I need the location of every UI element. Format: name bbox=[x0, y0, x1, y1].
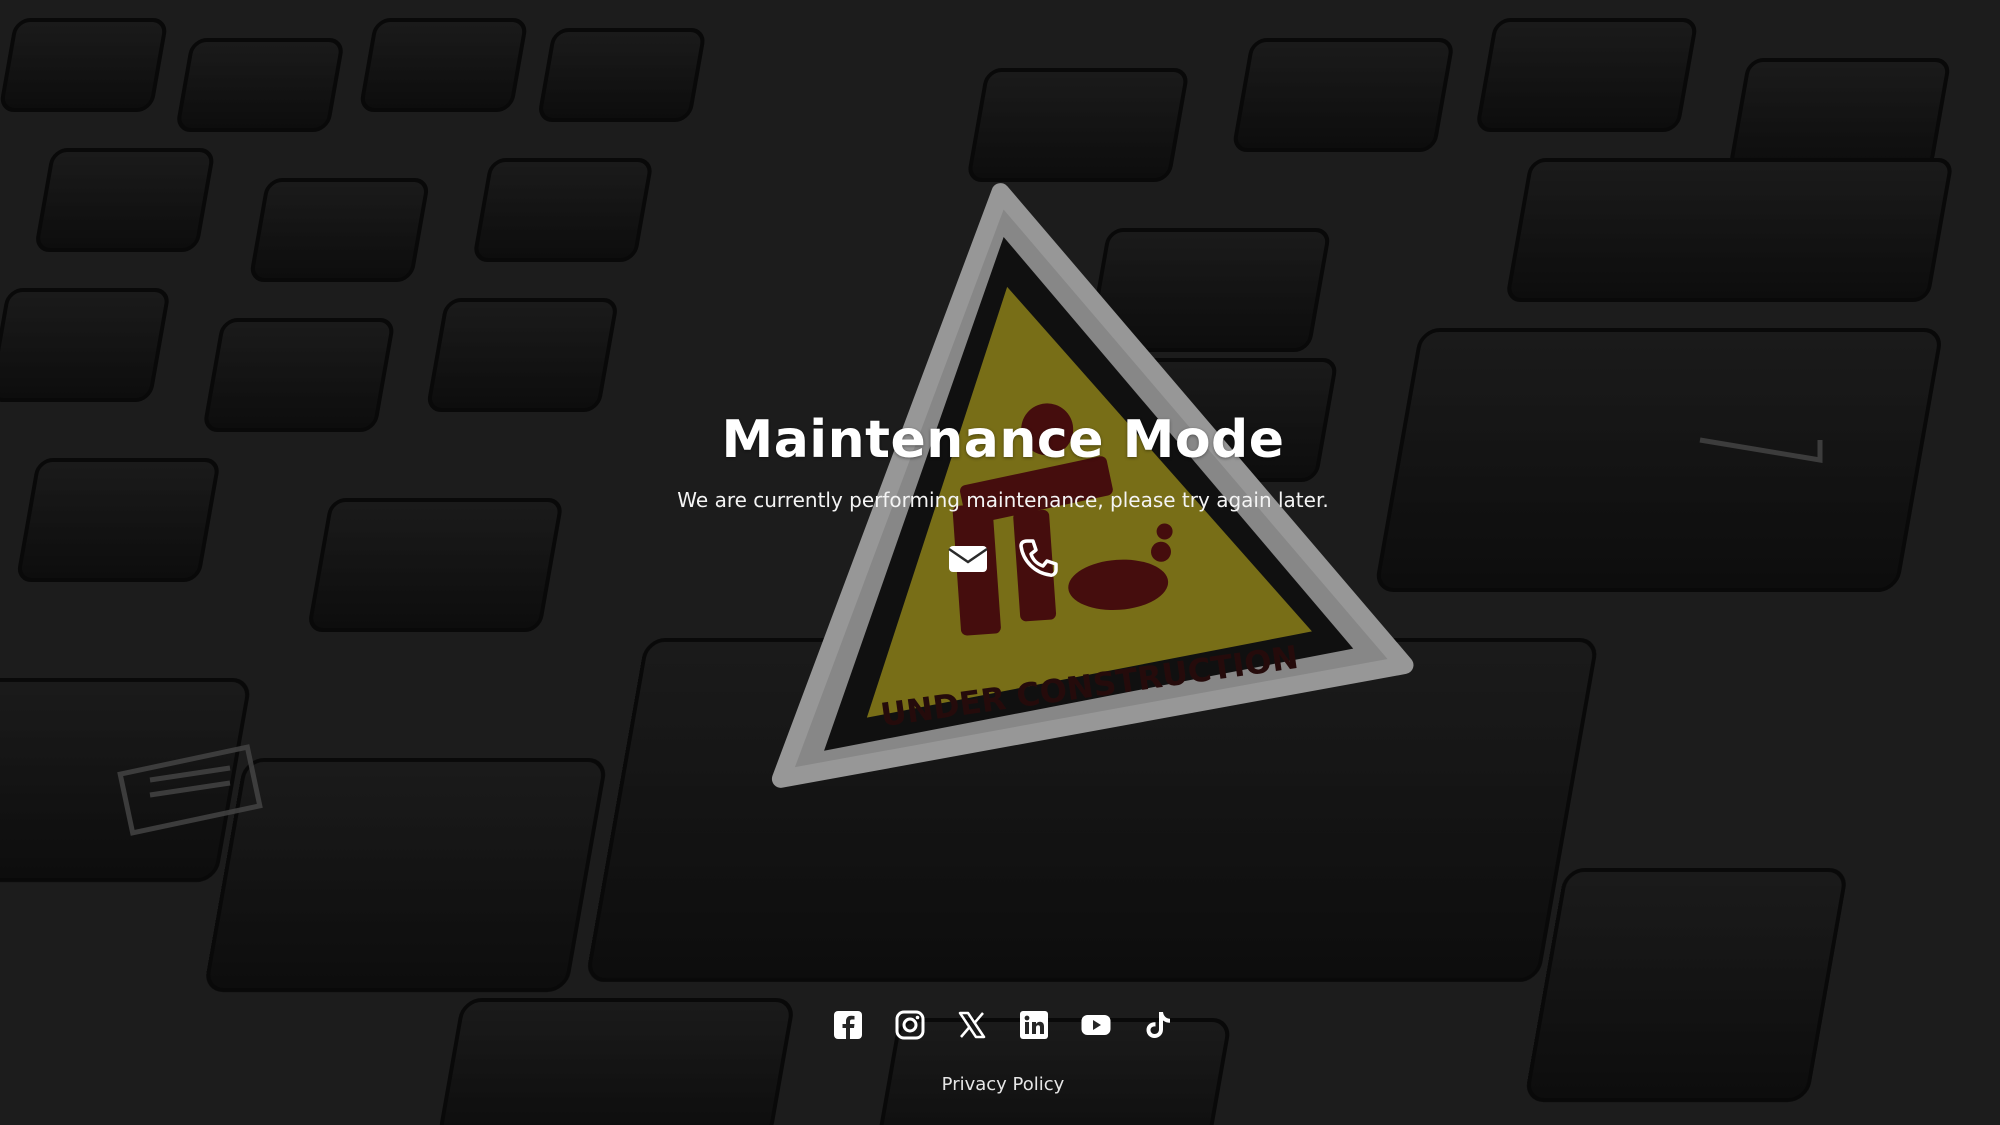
maintenance-content: Maintenance Mode We are currently perfor… bbox=[0, 410, 2000, 578]
privacy-policy-link[interactable]: Privacy Policy bbox=[0, 1074, 2000, 1095]
maintenance-message: We are currently performing maintenance,… bbox=[677, 488, 1329, 512]
linkedin-icon[interactable] bbox=[1019, 1010, 1049, 1040]
envelope-icon[interactable] bbox=[948, 538, 988, 578]
tiktok-icon[interactable] bbox=[1143, 1010, 1173, 1040]
phone-icon[interactable] bbox=[1018, 538, 1058, 578]
contact-icons bbox=[0, 538, 2000, 578]
facebook-icon[interactable] bbox=[833, 1010, 863, 1040]
social-links bbox=[0, 1010, 2000, 1040]
maintenance-page: UNDER CONSTRUCTION Maintenance Mode We a… bbox=[0, 0, 2000, 1125]
youtube-icon[interactable] bbox=[1081, 1010, 1111, 1040]
instagram-icon[interactable] bbox=[895, 1010, 925, 1040]
x-icon[interactable] bbox=[957, 1010, 987, 1040]
page-title: Maintenance Mode bbox=[721, 410, 1285, 470]
